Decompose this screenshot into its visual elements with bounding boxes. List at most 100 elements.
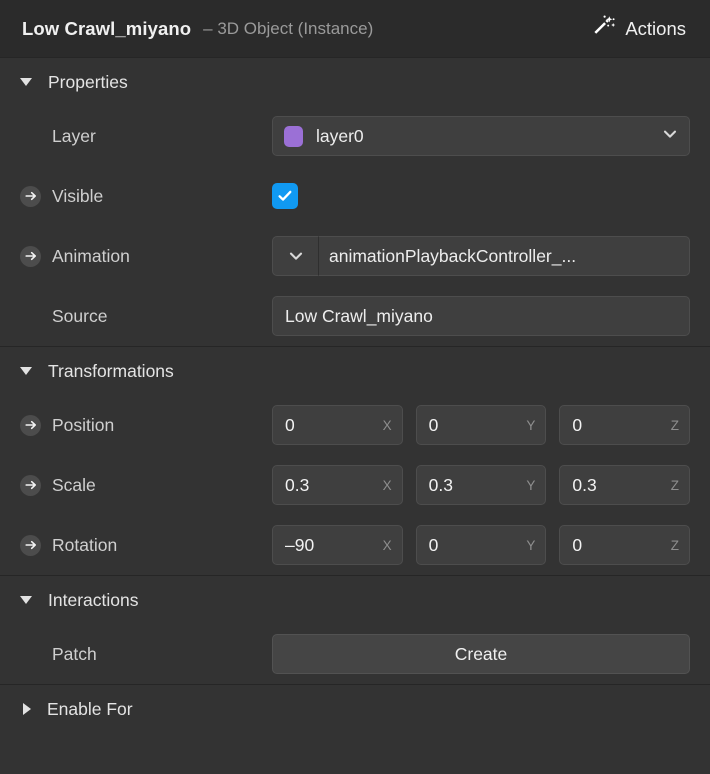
position-vector: 0 X 0 Y 0 Z [272, 405, 691, 445]
section-transformations: Transformations Position 0 X 0 Y 0 Z Sca… [0, 346, 710, 575]
section-header-properties[interactable]: Properties [0, 58, 710, 106]
position-z-input[interactable]: 0 Z [559, 405, 691, 445]
animation-dropdown-button[interactable] [272, 236, 318, 276]
row-label-wrap-animation: Animation [20, 245, 272, 267]
section-header-transformations[interactable]: Transformations [0, 347, 710, 395]
object-type-subtitle: – 3D Object (Instance) [203, 18, 374, 38]
position-x-input[interactable]: 0 X [272, 405, 403, 445]
row-label-scale: Scale [52, 474, 96, 495]
axis-label-z: Z [670, 477, 680, 493]
rotation-y-value: 0 [428, 534, 439, 555]
axis-label-x: X [382, 537, 392, 553]
rotation-z-input[interactable]: 0 Z [559, 525, 691, 565]
scale-z-input[interactable]: 0.3 Z [559, 465, 691, 505]
row-control-position: 0 X 0 Y 0 Z [272, 405, 691, 445]
row-label-position: Position [52, 414, 115, 435]
section-title-properties: Properties [48, 71, 128, 92]
chevron-down-icon [20, 596, 32, 604]
section-title-transformations: Transformations [48, 360, 174, 381]
chevron-down-icon [20, 367, 32, 375]
inspector-panel: Low Crawl_miyano – 3D Object (Instance) [0, 0, 710, 774]
animation-selector: animationPlaybackController_... [272, 236, 690, 276]
rotation-x-input[interactable]: –90 X [272, 525, 403, 565]
inspector-header: Low Crawl_miyano – 3D Object (Instance) [0, 0, 710, 58]
row-label-wrap-patch: Patch [20, 644, 272, 665]
row-label-wrap-source: Source [20, 306, 272, 327]
row-control-scale: 0.3 X 0.3 Y 0.3 Z [272, 465, 691, 505]
axis-label-z: Z [670, 417, 680, 433]
position-x-value: 0 [285, 414, 295, 435]
arrow-circle-icon[interactable] [20, 245, 41, 267]
row-label-layer: Layer [52, 125, 96, 146]
actions-label: Actions [625, 17, 686, 39]
row-label-animation: Animation [52, 245, 130, 266]
section-title-interactions: Interactions [48, 589, 139, 610]
create-patch-button[interactable]: Create [272, 634, 690, 674]
scale-y-value: 0.3 [428, 474, 453, 495]
scale-z-value: 0.3 [572, 474, 597, 495]
row-visible: Visible [0, 166, 710, 226]
row-label-rotation: Rotation [52, 534, 118, 555]
scale-vector: 0.3 X 0.3 Y 0.3 Z [272, 465, 691, 505]
row-scale: Scale 0.3 X 0.3 Y 0.3 Z [0, 455, 710, 515]
row-label-source: Source [52, 305, 108, 326]
arrow-circle-icon[interactable] [20, 185, 41, 207]
row-label-wrap-scale: Scale [20, 474, 272, 496]
row-control-layer: layer0 [272, 116, 690, 156]
axis-label-x: X [382, 417, 392, 433]
animation-value-field[interactable]: animationPlaybackController_... [318, 236, 690, 276]
scale-x-input[interactable]: 0.3 X [272, 465, 403, 505]
position-z-value: 0 [572, 414, 583, 435]
row-label-wrap-position: Position [20, 414, 272, 436]
row-source: Source Low Crawl_miyano [0, 286, 710, 346]
axis-label-y: Y [526, 477, 536, 493]
rotation-vector: –90 X 0 Y 0 Z [272, 525, 691, 565]
row-rotation: Rotation –90 X 0 Y 0 Z [0, 515, 710, 575]
axis-label-y: Y [526, 537, 536, 553]
row-control-source: Low Crawl_miyano [272, 296, 690, 336]
actions-button[interactable]: Actions [590, 11, 688, 46]
scale-y-input[interactable]: 0.3 Y [415, 465, 547, 505]
arrow-circle-icon[interactable] [20, 534, 41, 556]
row-control-animation: animationPlaybackController_... [272, 236, 690, 276]
axis-label-z: Z [670, 537, 680, 553]
row-label-wrap-layer: Layer [20, 126, 272, 147]
chevron-right-icon [23, 703, 31, 715]
arrow-circle-icon[interactable] [20, 414, 41, 436]
source-input[interactable]: Low Crawl_miyano [272, 296, 690, 336]
scale-x-value: 0.3 [285, 474, 310, 495]
row-patch: Patch Create [0, 624, 710, 684]
rotation-z-value: 0 [572, 534, 583, 555]
page-title: Low Crawl_miyano [22, 17, 192, 39]
position-y-input[interactable]: 0 Y [415, 405, 547, 445]
row-control-rotation: –90 X 0 Y 0 Z [272, 525, 691, 565]
layer-dropdown[interactable]: layer0 [272, 116, 690, 156]
layer-color-swatch [284, 125, 303, 147]
row-label-patch: Patch [52, 643, 97, 664]
section-header-enable-for[interactable]: Enable For [0, 685, 710, 733]
row-animation: Animation animationPlaybackController_..… [0, 226, 710, 286]
axis-label-x: X [382, 477, 392, 493]
row-label-wrap-rotation: Rotation [20, 534, 272, 556]
section-properties: Properties Layer layer0 Visible Animatio… [0, 58, 710, 346]
section-title-enable-for: Enable For [47, 698, 133, 719]
row-label-visible: Visible [52, 185, 104, 206]
layer-value: layer0 [316, 125, 364, 146]
chevron-down-icon [20, 78, 32, 86]
magic-wand-icon [592, 14, 616, 43]
axis-label-y: Y [526, 417, 536, 433]
section-interactions: Interactions Patch Create [0, 575, 710, 684]
row-label-wrap-visible: Visible [20, 185, 272, 207]
arrow-circle-icon[interactable] [20, 474, 41, 496]
rotation-x-value: –90 [285, 534, 315, 555]
chevron-down-icon [661, 125, 679, 148]
position-y-value: 0 [428, 414, 439, 435]
section-header-interactions[interactable]: Interactions [0, 576, 710, 624]
row-control-visible [272, 183, 690, 209]
row-position: Position 0 X 0 Y 0 Z [0, 395, 710, 455]
row-control-patch: Create [272, 634, 690, 674]
row-layer: Layer layer0 [0, 106, 710, 166]
rotation-y-input[interactable]: 0 Y [415, 525, 547, 565]
section-enable-for: Enable For [0, 684, 710, 733]
visible-checkbox[interactable] [272, 183, 298, 209]
